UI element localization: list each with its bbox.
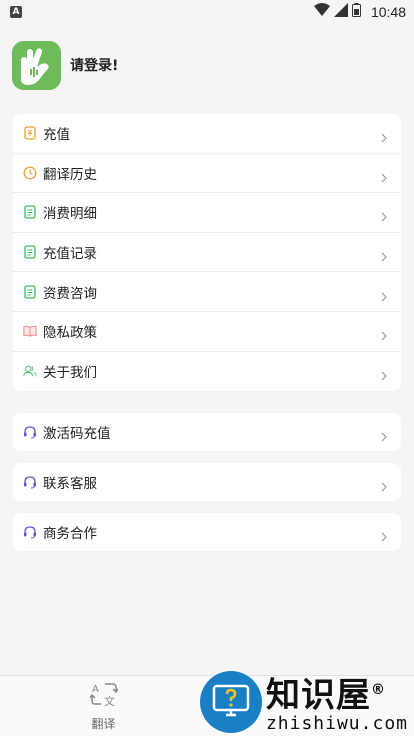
status-bar: A 10:48 — [0, 0, 414, 24]
document-icon — [23, 205, 37, 220]
menu-item-label: 消费明细 — [43, 206, 97, 223]
customer-service-label: 联系客服 — [43, 476, 97, 493]
chevron-right-icon — [379, 326, 389, 341]
app-logo[interactable] — [12, 40, 61, 90]
business-card: 商务合作 — [13, 513, 401, 552]
business-cooperation-item[interactable]: 商务合作 — [13, 513, 401, 551]
signal-icon — [333, 3, 348, 21]
activation-code-recharge-label: 激活码充值 — [43, 426, 111, 443]
wifi-icon — [313, 3, 330, 21]
menu-item-privacy-policy[interactable]: 隐私政策 — [13, 312, 401, 352]
menu-item-label: 隐私政策 — [43, 325, 97, 342]
status-time: 10:48 — [370, 4, 406, 20]
tab-translate[interactable]: A 文 翻译 — [0, 676, 207, 736]
chevron-right-icon — [379, 527, 389, 542]
menu-item-recharge[interactable]: 充值 — [13, 114, 401, 154]
chevron-right-icon — [379, 287, 389, 302]
registered-mark: ® — [370, 682, 386, 699]
document-icon — [23, 245, 37, 259]
chevron-right-icon — [379, 427, 389, 442]
svg-text:A: A — [92, 684, 99, 695]
business-cooperation-label: 商务合作 — [43, 526, 97, 543]
customer-service-item[interactable]: 联系客服 — [13, 463, 401, 501]
customer-service-card: 联系客服 — [13, 463, 401, 502]
headset-icon — [23, 425, 37, 439]
menu-item-pricing-inquiry[interactable]: 资费咨询 — [13, 272, 401, 312]
login-prompt[interactable]: 请登录! — [70, 55, 118, 75]
translate-icon: A 文 — [88, 681, 119, 711]
activation-card: 激活码充值 — [13, 413, 401, 452]
menu-item-label: 充值 — [43, 127, 70, 144]
watermark-logo — [199, 671, 262, 733]
book-icon — [23, 324, 37, 338]
headset-icon — [23, 475, 37, 489]
chevron-right-icon — [379, 247, 389, 262]
chevron-right-icon — [379, 477, 389, 492]
chevron-right-icon — [379, 168, 389, 183]
activation-code-recharge-item[interactable]: 激活码充值 — [13, 413, 401, 451]
menu-card: 充值 翻译历史 消费明细 充值记录 资费咨询 隐私政策 关于我们 — [13, 114, 401, 392]
svg-text:文: 文 — [104, 694, 115, 707]
watermark: 知识屋® zhishiwu.com — [199, 671, 408, 734]
chevron-right-icon — [379, 207, 389, 222]
menu-item-translation-history[interactable]: 翻译历史 — [13, 154, 401, 194]
menu-item-label: 关于我们 — [43, 365, 97, 382]
watermark-url: zhishiwu.com — [265, 712, 408, 734]
document-icon — [23, 285, 37, 299]
chevron-right-icon — [379, 128, 389, 143]
menu-item-label: 资费咨询 — [43, 285, 97, 302]
profile-header: 请登录! — [0, 24, 414, 106]
recharge-icon — [23, 126, 37, 140]
menu-item-about-us[interactable]: 关于我们 — [13, 352, 401, 392]
clock-icon — [23, 166, 37, 180]
battery-icon — [351, 3, 361, 21]
notification-app-icon: A — [10, 6, 22, 18]
chevron-right-icon — [379, 366, 389, 381]
watermark-title: 知识屋 — [265, 675, 371, 716]
menu-item-label: 充值记录 — [43, 246, 97, 263]
tab-translate-label: 翻译 — [91, 716, 116, 731]
menu-item-label: 翻译历史 — [43, 166, 97, 183]
menu-item-consumption-details[interactable]: 消费明细 — [13, 193, 401, 233]
headset-icon — [23, 525, 37, 539]
user-icon — [23, 364, 37, 378]
menu-item-recharge-records[interactable]: 充值记录 — [13, 233, 401, 273]
